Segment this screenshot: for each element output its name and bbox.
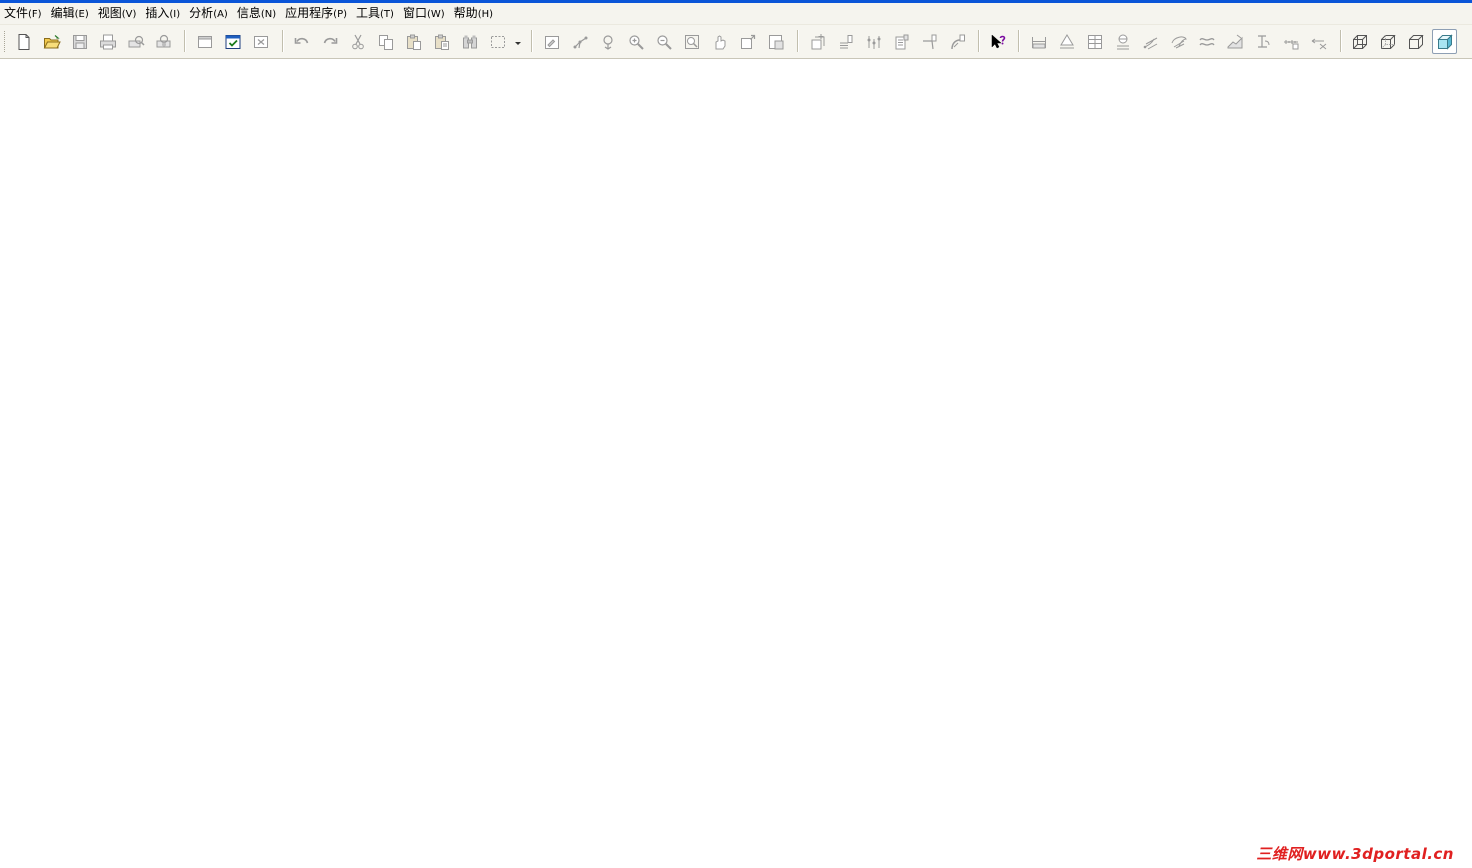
dimension-linear-icon[interactable] <box>1027 30 1051 54</box>
menu-insert[interactable]: 插入(I) <box>141 3 185 24</box>
print-preview-icon[interactable] <box>124 30 148 54</box>
pan-icon[interactable] <box>708 30 732 54</box>
open-folder-icon[interactable] <box>40 30 64 54</box>
find-replace-icon[interactable] <box>458 30 482 54</box>
toolbar-grip[interactable] <box>4 31 7 52</box>
surface-finish-icon[interactable] <box>1167 30 1191 54</box>
measure-icon[interactable] <box>1307 30 1331 54</box>
repaint-icon[interactable] <box>540 30 564 54</box>
shading-icon[interactable] <box>1432 29 1457 54</box>
undo-icon[interactable] <box>290 30 314 54</box>
menu-applications[interactable]: 应用程序(P) <box>281 3 352 24</box>
new-file-icon[interactable] <box>12 30 36 54</box>
no-hidden-icon[interactable] <box>1404 30 1428 54</box>
toolbar-separator <box>797 30 799 52</box>
context-help-icon[interactable] <box>986 30 1010 54</box>
menu-analysis[interactable]: 分析(A) <box>185 3 233 24</box>
wireframe-icon[interactable] <box>1348 30 1372 54</box>
toolbar-separator <box>531 30 533 52</box>
shaded-print-icon[interactable] <box>152 30 176 54</box>
datum-axis-icon[interactable] <box>834 30 858 54</box>
paste-special-icon[interactable] <box>430 30 454 54</box>
copy-icon[interactable] <box>374 30 398 54</box>
zoom-window-icon[interactable] <box>680 30 704 54</box>
zoom-out-icon[interactable] <box>652 30 676 54</box>
window-close-icon[interactable] <box>249 30 273 54</box>
graphics-window[interactable] <box>0 60 1472 868</box>
menu-file[interactable]: 文件(F) <box>0 3 47 24</box>
note-icon[interactable] <box>1139 30 1163 54</box>
print-icon[interactable] <box>96 30 120 54</box>
zoom-in-icon[interactable] <box>624 30 648 54</box>
refit-icon[interactable] <box>736 30 760 54</box>
toolbar-separator <box>978 30 980 52</box>
datum-curve-icon[interactable] <box>918 30 942 54</box>
watermark: 三维网www.3dportal.cn <box>1256 845 1454 863</box>
datum-point-icon[interactable] <box>862 30 886 54</box>
menu-bar: 文件(F) 编辑(E) 视图(V) 插入(I) 分析(A) 信息(N) 应用程序… <box>0 3 1472 25</box>
toolbar-separator <box>1018 30 1020 52</box>
save-icon[interactable] <box>68 30 92 54</box>
menu-info[interactable]: 信息(N) <box>233 3 281 24</box>
menu-edit[interactable]: 编辑(E) <box>47 3 94 24</box>
menu-window[interactable]: 窗口(W) <box>399 3 450 24</box>
section-icon[interactable] <box>1223 30 1247 54</box>
window-activate-icon[interactable] <box>221 30 245 54</box>
orient-icon[interactable] <box>568 30 592 54</box>
toolbar-separator <box>1340 30 1342 52</box>
hidden-line-icon[interactable] <box>1376 30 1400 54</box>
cut-icon[interactable] <box>346 30 370 54</box>
window-new-icon[interactable] <box>193 30 217 54</box>
menu-help[interactable]: 帮助(H) <box>450 3 498 24</box>
datum-plane-icon[interactable] <box>806 30 830 54</box>
toolbar-separator <box>184 30 186 52</box>
ruler-icon[interactable] <box>1279 30 1303 54</box>
sketch-icon[interactable] <box>946 30 970 54</box>
spin-icon[interactable] <box>596 30 620 54</box>
redo-icon[interactable] <box>318 30 342 54</box>
wave-icon[interactable] <box>1195 30 1219 54</box>
coordinate-system-icon[interactable] <box>890 30 914 54</box>
selection-dropdown-arrow[interactable] <box>515 42 521 45</box>
text-icon[interactable] <box>1251 30 1275 54</box>
datum-target-icon[interactable] <box>1111 30 1135 54</box>
toolbar-separator <box>282 30 284 52</box>
selection-box-icon[interactable] <box>486 30 510 54</box>
dimension-height-icon[interactable] <box>1055 30 1079 54</box>
menu-view[interactable]: 视图(V) <box>94 3 142 24</box>
saved-view-icon[interactable] <box>764 30 788 54</box>
menu-tools[interactable]: 工具(T) <box>352 3 399 24</box>
main-toolbar <box>0 25 1472 59</box>
paste-icon[interactable] <box>402 30 426 54</box>
table-icon[interactable] <box>1083 30 1107 54</box>
